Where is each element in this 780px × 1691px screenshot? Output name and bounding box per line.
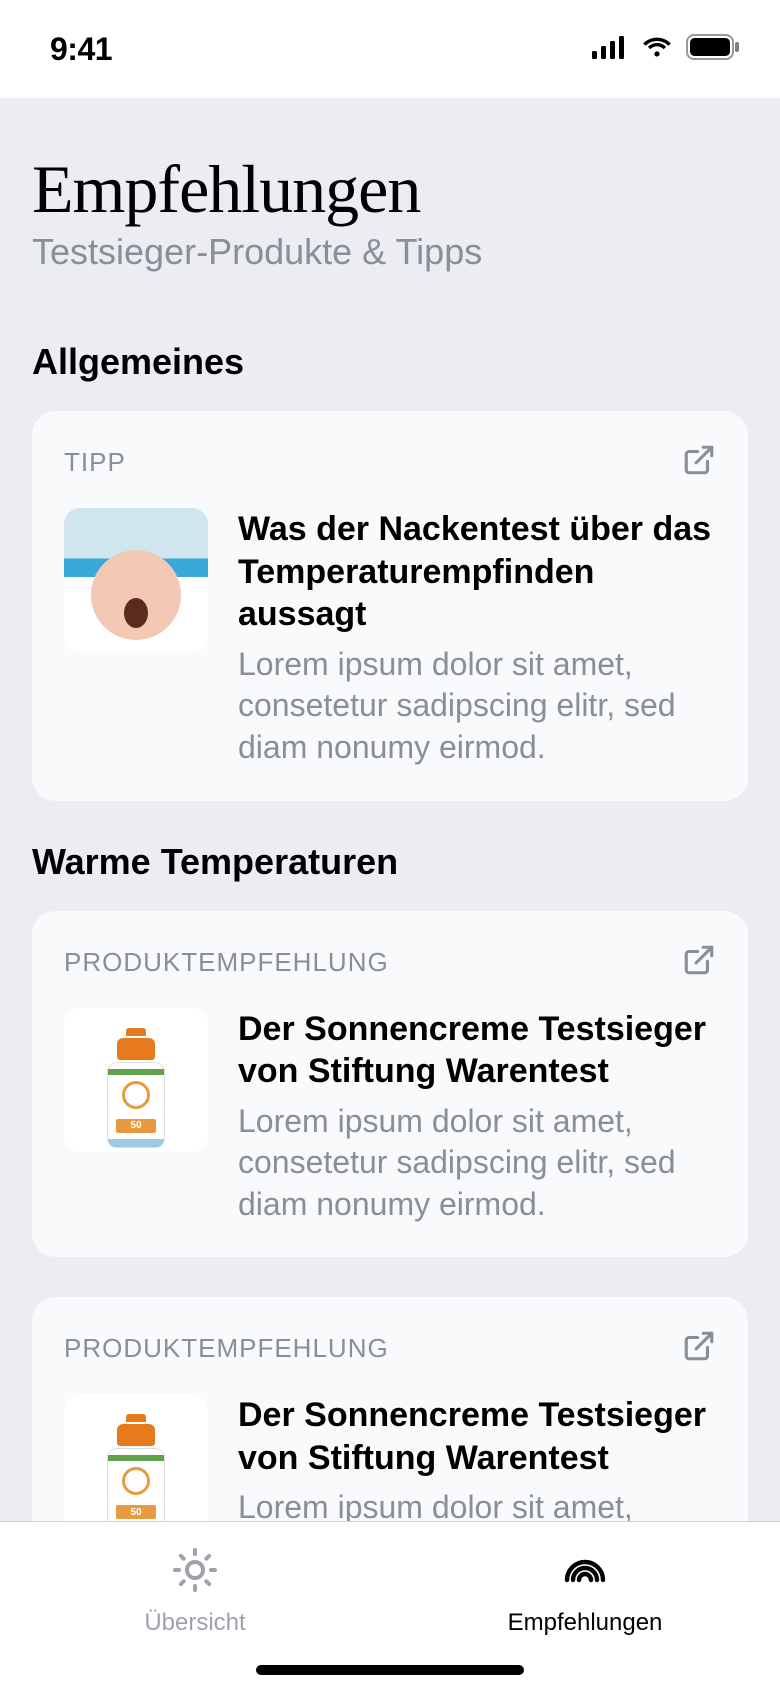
content-area[interactable]: Empfehlungen Testsieger-Produkte & Tipps… <box>0 98 780 1521</box>
status-indicators <box>592 34 740 65</box>
page-title: Empfehlungen <box>32 154 748 225</box>
tab-bar: Übersicht Empfehlungen <box>0 1521 780 1691</box>
card-description: Lorem ipsum dolor sit amet, consetetur s… <box>238 1487 716 1521</box>
tab-label: Übersicht <box>144 1609 245 1637</box>
card-type-label: PRODUKTEMPFEHLUNG <box>64 947 389 978</box>
product-card[interactable]: PRODUKTEMPFEHLUNG 50 Der Sonnencreme Tes… <box>32 911 748 1258</box>
card-image-baby <box>64 508 208 652</box>
product-card[interactable]: PRODUKTEMPFEHLUNG 50 Der Sonnencreme Tes… <box>32 1297 748 1521</box>
status-bar: 9:41 <box>0 0 780 98</box>
page-header: Empfehlungen Testsieger-Produkte & Tipps <box>32 98 748 313</box>
card-type-label: TIPP <box>64 447 126 478</box>
card-title: Der Sonnencreme Testsieger von Stiftung … <box>238 1394 716 1479</box>
card-type-label: PRODUKTEMPFEHLUNG <box>64 1333 389 1364</box>
status-time: 9:41 <box>50 31 112 68</box>
battery-icon <box>686 34 740 65</box>
card-description: Lorem ipsum dolor sit amet, consetetur s… <box>238 1101 716 1226</box>
tab-label: Empfehlungen <box>508 1609 663 1637</box>
sun-icon <box>171 1546 219 1599</box>
card-image-sunscreen: 50 <box>64 1394 208 1521</box>
wifi-icon <box>640 35 674 64</box>
home-indicator[interactable] <box>256 1665 524 1675</box>
page-subtitle: Testsieger-Produkte & Tipps <box>32 231 748 273</box>
external-link-icon[interactable] <box>682 443 716 482</box>
external-link-icon[interactable] <box>682 943 716 982</box>
section-heading-warm: Warme Temperaturen <box>32 841 748 883</box>
card-title: Der Sonnencreme Testsieger von Stiftung … <box>238 1008 716 1093</box>
card-image-sunscreen: 50 <box>64 1008 208 1152</box>
rainbow-icon <box>561 1546 609 1599</box>
section-heading-general: Allgemeines <box>32 341 748 383</box>
card-description: Lorem ipsum dolor sit amet, consetetur s… <box>238 644 716 769</box>
external-link-icon[interactable] <box>682 1329 716 1368</box>
tip-card[interactable]: TIPP Was der Nackentest über das Tempera… <box>32 411 748 800</box>
card-title: Was der Nackentest über das Temperaturem… <box>238 508 716 636</box>
cellular-icon <box>592 35 628 64</box>
